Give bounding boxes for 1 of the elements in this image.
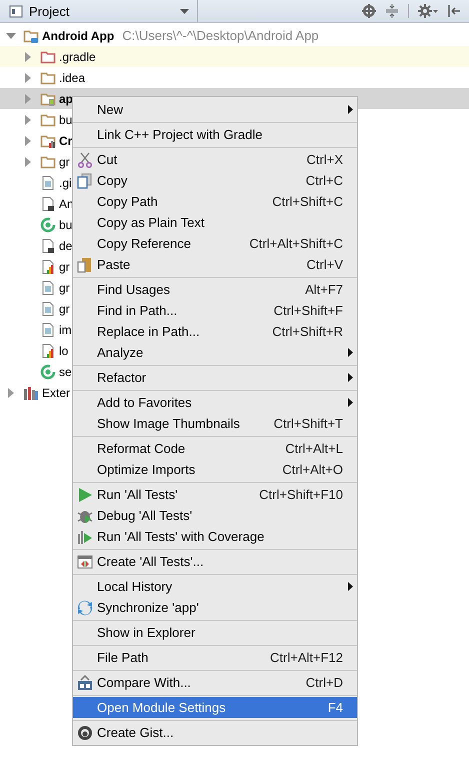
path-hint: C:\Users\^-^\Desktop\Android App: [122, 28, 319, 43]
